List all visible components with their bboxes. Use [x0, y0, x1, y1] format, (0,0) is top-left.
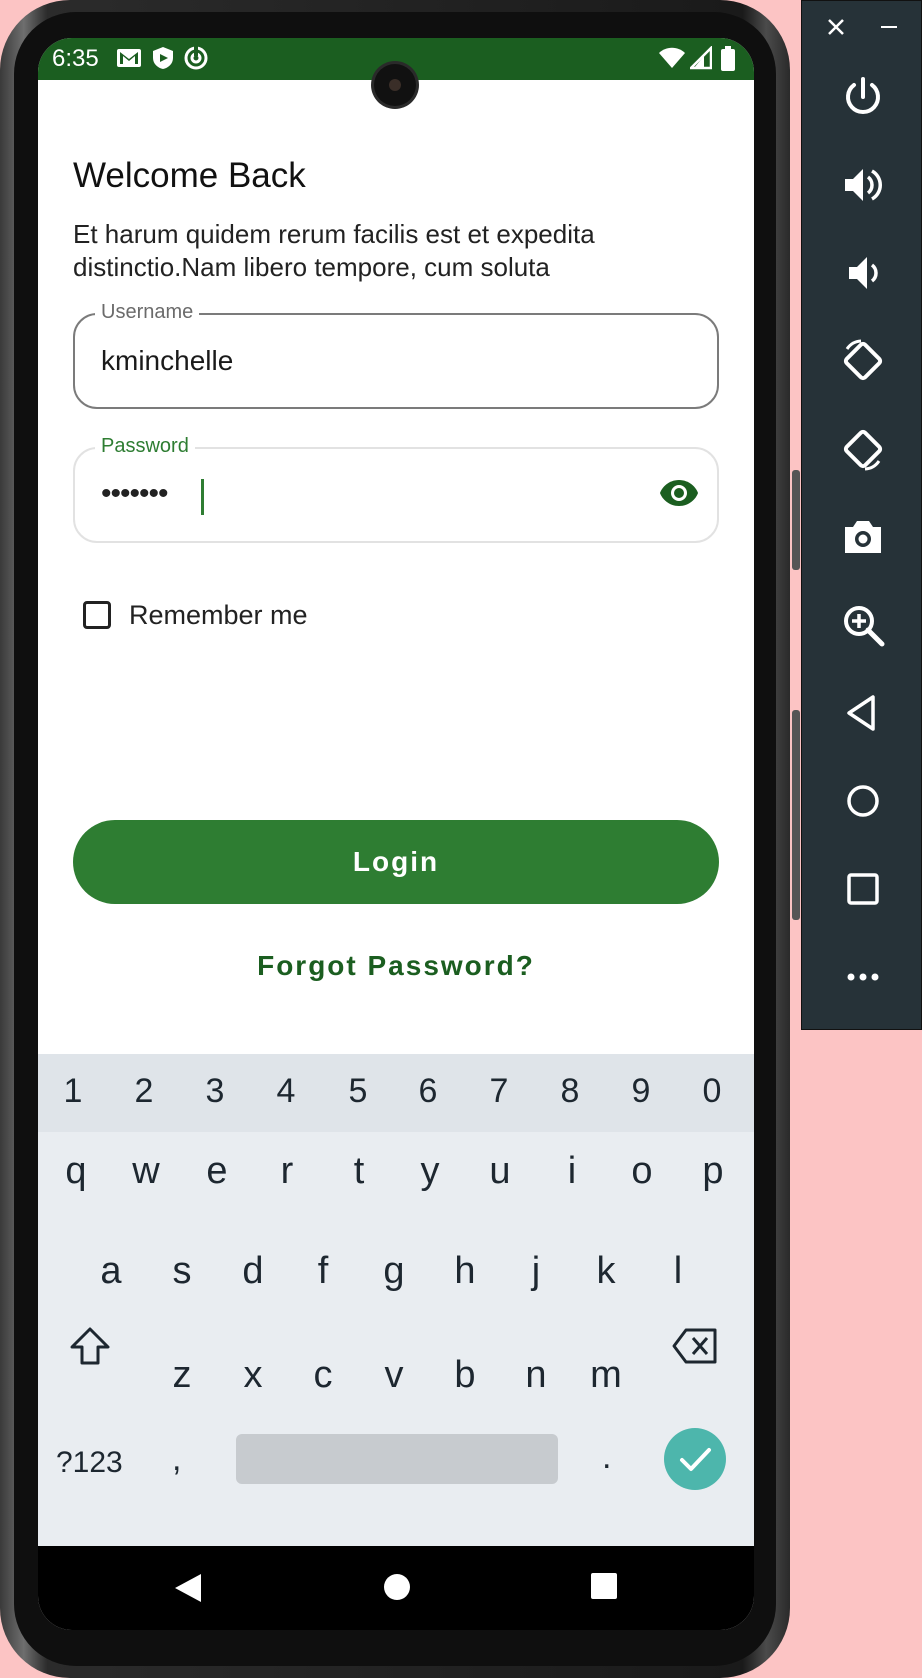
username-field[interactable]: Username kminchelle	[73, 301, 719, 409]
key-9[interactable]: 9	[611, 1072, 671, 1111]
visibility-eye-icon[interactable]	[659, 479, 699, 507]
key-f[interactable]: f	[293, 1250, 353, 1293]
volume-button	[792, 470, 800, 570]
camera-icon[interactable]	[841, 515, 885, 559]
overview-icon[interactable]	[841, 867, 885, 911]
battery-icon	[721, 46, 735, 71]
key-l[interactable]: l	[648, 1250, 708, 1293]
check-icon	[680, 1448, 711, 1471]
key-p[interactable]: p	[683, 1150, 743, 1193]
space-bar[interactable]	[236, 1434, 558, 1484]
key-w[interactable]: w	[116, 1150, 176, 1193]
key-a[interactable]: a	[81, 1250, 141, 1293]
username-label: Username	[95, 301, 200, 324]
comma-key[interactable]: ,	[172, 1440, 181, 1479]
key-b[interactable]: b	[435, 1354, 495, 1397]
key-6[interactable]: 6	[398, 1072, 458, 1111]
status-time: 6:35	[52, 45, 99, 72]
page-title: Welcome Back	[73, 156, 306, 195]
key-e[interactable]: e	[187, 1150, 247, 1193]
key-m[interactable]: m	[576, 1354, 636, 1397]
rotate-left-icon[interactable]	[841, 339, 885, 383]
key-3[interactable]: 3	[185, 1072, 245, 1111]
key-8[interactable]: 8	[540, 1072, 600, 1111]
key-c[interactable]: c	[293, 1354, 353, 1397]
minimize-icon[interactable]	[880, 17, 898, 37]
symbols-key[interactable]: ?123	[56, 1446, 123, 1480]
key-n[interactable]: n	[506, 1354, 566, 1397]
password-label: Password	[95, 435, 195, 458]
backspace-key-icon[interactable]	[672, 1328, 718, 1364]
shield-play-icon	[153, 47, 173, 69]
cellular-signal-icon	[690, 46, 712, 70]
key-7[interactable]: 7	[469, 1072, 529, 1111]
navigation-bar	[38, 1546, 754, 1630]
phone-frame: 6:35 Welcome Back Et harum quidem rerum …	[0, 0, 800, 1678]
key-1[interactable]: 1	[43, 1072, 103, 1111]
key-k[interactable]: k	[576, 1250, 636, 1293]
key-y[interactable]: y	[400, 1150, 460, 1193]
key-o[interactable]: o	[612, 1150, 672, 1193]
key-d[interactable]: d	[223, 1250, 283, 1293]
back-icon[interactable]	[841, 691, 885, 735]
key-t[interactable]: t	[329, 1150, 389, 1193]
key-s[interactable]: s	[152, 1250, 212, 1293]
key-g[interactable]: g	[364, 1250, 424, 1293]
key-0[interactable]: 0	[682, 1072, 742, 1111]
key-z[interactable]: z	[152, 1354, 212, 1397]
remember-me-label: Remember me	[129, 600, 308, 630]
key-r[interactable]: r	[257, 1150, 317, 1193]
front-camera	[374, 64, 416, 106]
key-x[interactable]: x	[223, 1354, 283, 1397]
key-4[interactable]: 4	[256, 1072, 316, 1111]
key-v[interactable]: v	[364, 1354, 424, 1397]
password-input[interactable]: •••••••	[101, 477, 169, 511]
sync-circle-icon	[184, 46, 208, 70]
period-key[interactable]: .	[602, 1438, 611, 1477]
key-i[interactable]: i	[542, 1150, 602, 1193]
back-nav-icon[interactable]	[173, 1572, 203, 1604]
key-j[interactable]: j	[506, 1250, 566, 1293]
soft-keyboard: 1 2 3 4 5 6 7 8 9 0 q w e r t y u i o p …	[38, 1054, 754, 1546]
more-options-icon[interactable]	[841, 955, 885, 999]
text-cursor	[201, 479, 204, 515]
key-5[interactable]: 5	[328, 1072, 388, 1111]
password-field[interactable]: Password •••••••	[73, 435, 719, 543]
page-subtitle: Et harum quidem rerum facilis est et exp…	[73, 219, 595, 282]
screen: 6:35 Welcome Back Et harum quidem rerum …	[38, 38, 754, 1630]
number-row: 1 2 3 4 5 6 7 8 9 0	[38, 1054, 754, 1132]
zoom-in-icon[interactable]	[841, 603, 885, 647]
key-q[interactable]: q	[46, 1150, 106, 1193]
key-h[interactable]: h	[435, 1250, 495, 1293]
key-u[interactable]: u	[470, 1150, 530, 1193]
shift-key-icon[interactable]	[68, 1326, 112, 1366]
side-button	[792, 710, 800, 920]
volume-down-icon[interactable]	[841, 251, 885, 295]
home-nav-icon[interactable]	[382, 1572, 412, 1602]
gmail-icon	[117, 49, 141, 67]
volume-up-icon[interactable]	[841, 163, 885, 207]
login-button[interactable]: Login	[73, 820, 719, 904]
key-2[interactable]: 2	[114, 1072, 174, 1111]
power-icon[interactable]	[841, 75, 885, 119]
close-icon[interactable]	[826, 17, 846, 37]
emulator-toolbar	[801, 0, 922, 1030]
forgot-password-link[interactable]: Forgot Password?	[38, 950, 754, 982]
rotate-right-icon[interactable]	[841, 427, 885, 471]
recents-nav-icon[interactable]	[590, 1572, 618, 1600]
remember-me-checkbox[interactable]	[83, 601, 111, 629]
wifi-icon	[659, 47, 685, 68]
username-input[interactable]: kminchelle	[101, 345, 233, 377]
enter-key[interactable]	[664, 1428, 726, 1490]
home-icon[interactable]	[841, 779, 885, 823]
